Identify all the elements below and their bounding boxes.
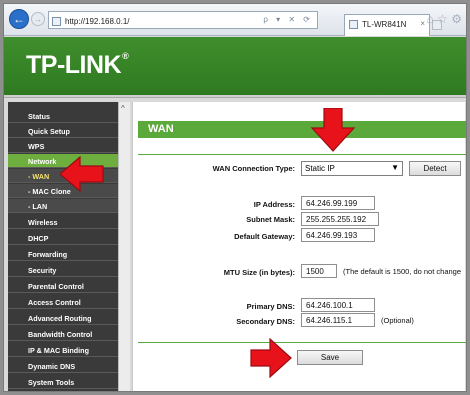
browser-window: ← → http://192.168.0.1/ ρ ▾ ✕ ⟳ TL-WR841… — [3, 3, 467, 392]
section-divider-bottom — [138, 342, 466, 343]
sidebar-menu: Status Quick Setup WPS Network - WAN - M… — [8, 102, 118, 391]
router-header: TP-LINK® — [4, 37, 466, 95]
subnet-mask-input[interactable]: 255.255.255.192 — [301, 212, 379, 226]
chevron-down-icon: ▼ — [391, 163, 399, 172]
sidebar-item-lan[interactable]: - LAN — [8, 199, 118, 213]
save-button[interactable]: Save — [297, 350, 363, 365]
sidebar-item-bandwidth-control[interactable]: Bandwidth Control — [8, 327, 118, 341]
sidebar-item-wireless[interactable]: Wireless — [8, 215, 118, 229]
sidebar-item-security[interactable]: Security — [8, 263, 118, 277]
ip-address-input[interactable]: 64.246.99.199 — [301, 196, 375, 210]
sidebar-item-ip-mac-binding[interactable]: IP & MAC Binding — [8, 343, 118, 357]
browser-toolbar: ← → http://192.168.0.1/ ρ ▾ ✕ ⟳ TL-WR841… — [4, 4, 466, 36]
sidebar-item-forwarding[interactable]: Forwarding — [8, 247, 118, 261]
tp-link-logo: TP-LINK® — [26, 51, 129, 80]
connection-type-label: WAN Connection Type: — [212, 164, 295, 173]
tab-close-icon[interactable]: × — [420, 19, 425, 28]
section-divider-top — [138, 154, 466, 155]
arrow-left-icon — [60, 156, 104, 192]
sidebar-item-wps[interactable]: WPS — [8, 139, 118, 153]
sidebar-item-dynamic-dns[interactable]: Dynamic DNS — [8, 359, 118, 373]
sidebar-item-parental-control[interactable]: Parental Control — [8, 279, 118, 293]
address-bar[interactable]: http://192.168.0.1/ ρ ▾ ✕ ⟳ — [48, 11, 318, 29]
mtu-size-label: MTU Size (in bytes): — [223, 268, 295, 277]
sidebar-item-access-control[interactable]: Access Control — [8, 295, 118, 309]
secondary-dns-input[interactable]: 64.246.115.1 — [301, 313, 375, 327]
mtu-size-input[interactable]: 1500 — [301, 264, 337, 278]
address-text: http://192.168.0.1/ — [65, 17, 130, 26]
subnet-mask-label: Subnet Mask: — [246, 215, 295, 224]
ip-address-label: IP Address: — [253, 200, 295, 209]
home-star-gear-icons[interactable]: ⌂ ☆ ⚙ — [427, 12, 462, 26]
scroll-up-icon[interactable]: ^ — [121, 104, 125, 113]
sidebar-item-quick-setup[interactable]: Quick Setup — [8, 124, 118, 138]
default-gateway-input[interactable]: 64.246.99.193 — [301, 228, 375, 242]
default-gateway-label: Default Gateway: — [234, 232, 295, 241]
sidebar-item-dhcp[interactable]: DHCP — [8, 231, 118, 245]
address-tools-icons[interactable]: ρ ▾ ✕ ⟳ — [263, 15, 313, 24]
page-icon — [52, 17, 61, 26]
optional-hint: (Optional) — [381, 316, 414, 325]
sidebar-item-system-tools[interactable]: System Tools — [8, 375, 118, 389]
header-divider — [4, 95, 466, 98]
connection-type-select[interactable]: Static IP ▼ — [301, 161, 403, 176]
registered-mark: ® — [122, 51, 129, 61]
sidebar-scrollbar[interactable]: ^ — [118, 102, 130, 391]
detect-button[interactable]: Detect — [409, 161, 461, 176]
forward-arrow-icon[interactable]: → — [31, 12, 45, 26]
arrow-right-icon — [250, 338, 292, 378]
browser-tab[interactable]: TL-WR841N × — [344, 14, 430, 36]
sidebar-item-status[interactable]: Status — [8, 109, 118, 123]
tab-page-icon — [349, 20, 358, 29]
tab-title: TL-WR841N — [362, 20, 407, 29]
logo-text: TP-LINK — [26, 51, 122, 79]
arrow-down-icon — [310, 108, 356, 152]
wan-settings-panel: WAN WAN Connection Type: Static IP ▼ Det… — [132, 102, 466, 391]
mtu-hint: (The default is 1500, do not change — [343, 267, 462, 276]
secondary-dns-label: Secondary DNS: — [236, 317, 295, 326]
sidebar-item-advanced-routing[interactable]: Advanced Routing — [8, 311, 118, 325]
page-title: WAN — [138, 121, 466, 138]
connection-type-value: Static IP — [305, 164, 335, 173]
back-arrow-icon[interactable]: ← — [9, 9, 29, 29]
primary-dns-label: Primary DNS: — [246, 302, 295, 311]
primary-dns-input[interactable]: 64.246.100.1 — [301, 298, 375, 312]
